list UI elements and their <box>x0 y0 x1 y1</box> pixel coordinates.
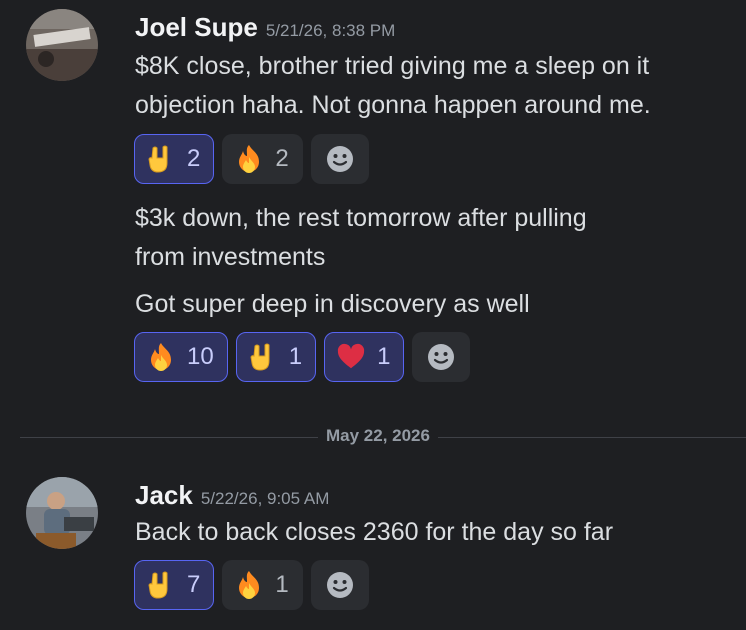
smile-icon <box>326 146 353 172</box>
reaction-count: 1 <box>288 343 303 370</box>
smile-icon <box>428 344 455 370</box>
date-divider: May 22, 2026 <box>318 426 438 446</box>
reaction-rock-on[interactable]: 7 <box>134 560 215 610</box>
author-name[interactable]: Jack <box>135 480 193 510</box>
add-reaction-button[interactable] <box>412 332 471 382</box>
reaction-rock-on[interactable]: 1 <box>235 332 317 382</box>
avatar-jack[interactable] <box>26 477 98 549</box>
message-timestamp: 5/22/26, 9:05 AM <box>200 489 330 508</box>
avatar-joel-supe[interactable] <box>26 9 98 81</box>
message-line: from investments <box>135 243 326 271</box>
fire-icon <box>235 144 263 174</box>
reactions-bar: 10 1 1 <box>134 332 471 382</box>
message-timestamp: 5/21/26, 8:38 PM <box>265 21 396 40</box>
reaction-count: 2 <box>187 145 201 172</box>
message-text: $8K close, brother tried giving me a sle… <box>135 47 651 125</box>
smile-icon <box>326 572 353 598</box>
message-text: Back to back closes 2360 for the day so … <box>135 513 613 552</box>
add-reaction-button[interactable] <box>310 134 369 184</box>
reaction-heart[interactable]: 1 <box>324 332 405 382</box>
rock-on-hand-icon <box>249 342 277 372</box>
rock-on-hand-icon <box>147 570 175 600</box>
reaction-count: 10 <box>187 343 214 370</box>
reaction-fire[interactable]: 1 <box>222 560 303 610</box>
fire-icon <box>147 342 175 372</box>
message-text: $3k down, the rest tomorrow after pullin… <box>135 199 587 277</box>
reaction-count: 1 <box>377 343 391 370</box>
reaction-fire[interactable]: 2 <box>222 134 303 184</box>
fire-icon <box>235 570 263 600</box>
message-line: Back to back closes 2360 for the day so … <box>135 518 614 546</box>
reactions-bar: 2 2 <box>134 134 369 184</box>
reaction-count: 1 <box>275 571 289 598</box>
message-line: $3k down, the rest tomorrow after pullin… <box>135 204 587 232</box>
message-line: Got super deep in discovery as well <box>135 290 530 318</box>
red-heart-icon <box>337 342 365 372</box>
reaction-count: 2 <box>275 145 289 172</box>
reaction-rock-on[interactable]: 2 <box>134 134 215 184</box>
message-line: $8K close, brother tried giving me a sle… <box>135 52 650 80</box>
message-line: objection haha. Not gonna happen around … <box>135 91 651 119</box>
author-name[interactable]: Joel Supe <box>135 12 258 42</box>
rock-on-hand-icon <box>147 144 175 174</box>
reaction-fire[interactable]: 10 <box>134 332 228 382</box>
reaction-count: 7 <box>187 571 201 598</box>
message-text: Got super deep in discovery as well <box>135 285 530 324</box>
add-reaction-button[interactable] <box>310 560 369 610</box>
reactions-bar: 7 1 <box>134 560 369 610</box>
